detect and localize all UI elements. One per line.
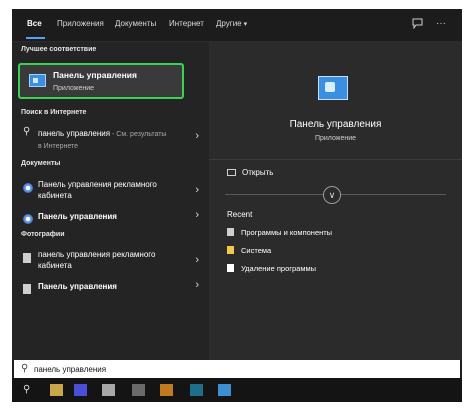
document-item[interactable]: Панель управления рекламного кабинета › — [12, 177, 209, 205]
document-title: Панель управления рекламного кабинета — [38, 179, 157, 201]
photo-line2: кабинета — [38, 261, 72, 270]
preview-panel: Панель управления Приложение Открыть ∨ R… — [209, 42, 462, 360]
app-icon[interactable] — [74, 384, 87, 396]
best-match-type: Приложение — [53, 85, 95, 92]
web-suffix: - См. результаты — [110, 131, 167, 138]
more-options-icon[interactable]: ··· — [436, 18, 446, 29]
photo-item[interactable]: Панель управления › — [12, 279, 209, 295]
tab-web[interactable]: Интернет — [169, 19, 204, 28]
tab-apps[interactable]: Приложения — [57, 19, 104, 28]
app-icon[interactable] — [132, 384, 145, 396]
preview-header: Панель управления Приложение — [209, 42, 462, 160]
app-icon[interactable] — [160, 384, 173, 396]
start-search-window: Все Приложения Документы Интернет Другие… — [12, 9, 462, 402]
browser-doc-icon — [23, 211, 33, 229]
taskbar-search-icon[interactable]: ⚲ — [23, 384, 30, 395]
image-file-icon — [23, 281, 31, 299]
open-icon — [227, 169, 236, 176]
chevron-right-icon[interactable]: › — [195, 279, 199, 291]
tab-all[interactable]: Все — [27, 19, 42, 28]
web-search-header: Поиск в Интернете — [21, 109, 87, 116]
chevron-right-icon[interactable]: › — [195, 254, 199, 266]
image-file-icon — [23, 250, 31, 268]
chevron-right-icon[interactable]: › — [195, 130, 199, 142]
document-line1: Панель управления рекламного — [38, 180, 157, 189]
tab-documents[interactable]: Документы — [115, 19, 156, 28]
search-input[interactable] — [34, 360, 434, 378]
tab-more-label: Другие — [216, 19, 242, 28]
web-suffix-line2: в Интернете — [38, 143, 79, 150]
file-explorer-icon[interactable] — [50, 384, 63, 396]
photos-header: Фотографии — [21, 231, 65, 238]
web-search-item[interactable]: ⚲ панель управления - См. результаты в Ин… — [12, 124, 209, 150]
search-icon: ⚲ — [21, 363, 29, 374]
open-label: Открыть — [242, 168, 274, 177]
recent-item[interactable]: Программы и компоненты — [227, 228, 332, 237]
recent-label: Система — [241, 246, 272, 255]
document-title: Панель управления — [38, 212, 117, 221]
app-icon[interactable] — [102, 384, 115, 396]
chevron-down-icon: ▾ — [243, 21, 248, 28]
browser-doc-icon — [23, 180, 33, 198]
search-scope-tabs: Все Приложения Документы Интернет Другие… — [12, 9, 462, 42]
expand-chevron-icon[interactable]: ∨ — [323, 186, 341, 204]
photo-title: панель управления рекламного кабинета — [38, 249, 155, 271]
tab-more[interactable]: Другие ▾ — [216, 19, 247, 28]
preview-title: Панель управления — [289, 119, 382, 130]
control-panel-icon — [318, 76, 348, 100]
recent-item[interactable]: Удаление программы — [227, 264, 316, 273]
app-icon[interactable] — [218, 384, 231, 396]
taskbar: ⚲ — [12, 378, 462, 402]
search-icon: ⚲ — [23, 126, 31, 137]
recent-item[interactable]: Система — [227, 246, 271, 255]
documents-header: Документы — [21, 160, 61, 167]
results-panel: Лучшее соответствие Панель управления Пр… — [12, 42, 209, 360]
control-panel-icon — [29, 74, 46, 87]
document-icon — [227, 264, 234, 272]
web-search-text: панель управления - См. результаты в Инте… — [38, 128, 166, 152]
document-line2: кабинета — [38, 191, 72, 200]
search-box: ⚲ — [14, 360, 460, 378]
open-action[interactable]: Открыть — [227, 168, 273, 177]
chevron-right-icon[interactable]: › — [195, 184, 199, 196]
programs-icon — [227, 228, 234, 236]
chevron-right-icon[interactable]: › — [195, 209, 199, 221]
best-match-name: Панель управления — [53, 70, 137, 80]
recent-label: Программы и компоненты — [241, 228, 333, 237]
active-tab-indicator — [26, 37, 45, 39]
feedback-icon[interactable] — [412, 18, 423, 32]
best-match-header: Лучшее соответствие — [21, 46, 97, 53]
best-match-item[interactable]: Панель управления Приложение — [18, 63, 184, 99]
recent-header: Recent — [227, 210, 253, 219]
preview-type: Приложение — [314, 135, 357, 142]
photo-line1: панель управления рекламного — [38, 250, 156, 259]
app-icon[interactable] — [190, 384, 203, 396]
recent-label: Удаление программы — [241, 264, 317, 273]
photo-item[interactable]: панель управления рекламного кабинета › — [12, 247, 209, 275]
document-item[interactable]: Панель управления › — [12, 209, 209, 225]
folder-icon — [227, 246, 234, 254]
photo-title: Панель управления — [38, 282, 117, 291]
web-query: панель управления — [38, 129, 111, 138]
